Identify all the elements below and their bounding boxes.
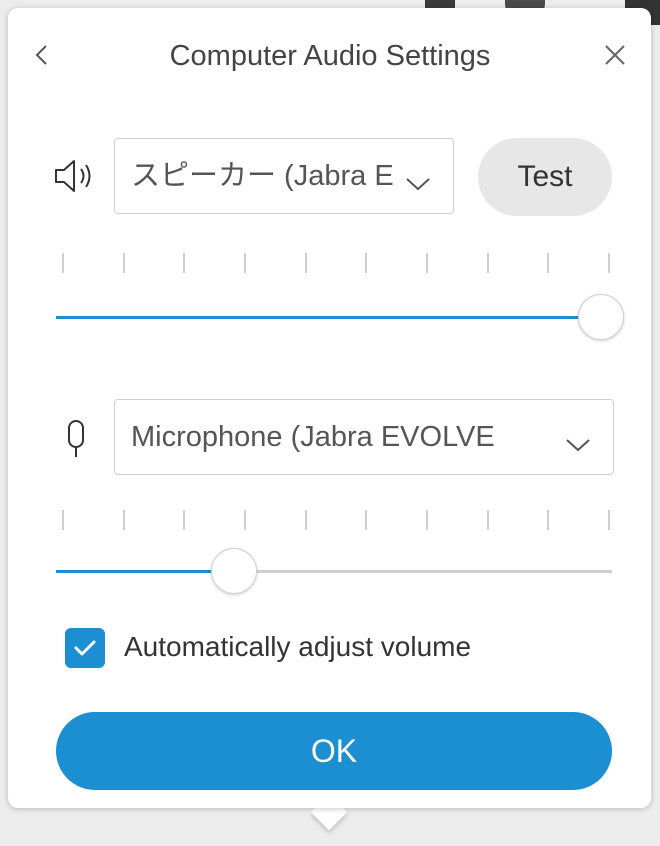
auto-adjust-checkbox[interactable] [65, 628, 105, 668]
speaker-icon [52, 156, 98, 196]
volume-tick [183, 510, 185, 530]
microphone-volume-fill [56, 570, 234, 573]
speaker-volume-fill [56, 316, 601, 319]
auto-adjust-label: Automatically adjust volume [124, 631, 472, 662]
speaker-device-select[interactable]: スピーカー (Jabra E [114, 138, 454, 214]
volume-tick [305, 253, 307, 273]
ok-button[interactable]: OK [56, 712, 612, 790]
volume-tick [123, 510, 125, 530]
test-speaker-button[interactable]: Test [478, 138, 612, 216]
microphone-volume-ticks [62, 510, 610, 532]
volume-tick [547, 253, 549, 273]
microphone-device-select[interactable]: Microphone (Jabra EVOLVE [114, 399, 614, 475]
close-icon[interactable] [598, 38, 632, 72]
volume-tick [365, 253, 367, 273]
volume-tick [62, 510, 64, 530]
volume-tick [365, 510, 367, 530]
volume-tick [426, 510, 428, 530]
volume-tick [608, 510, 610, 530]
volume-tick [487, 253, 489, 273]
volume-tick [62, 253, 64, 273]
microphone-icon [62, 418, 90, 460]
chevron-down-icon [405, 167, 431, 191]
speaker-volume-thumb[interactable] [578, 294, 624, 340]
speaker-device-value: スピーカー (Jabra E [131, 160, 394, 192]
volume-tick [244, 510, 246, 530]
volume-tick [487, 510, 489, 530]
speaker-volume-slider[interactable] [56, 294, 624, 340]
microphone-volume-thumb[interactable] [211, 548, 257, 594]
volume-tick [608, 253, 610, 273]
checkmark-icon [74, 640, 96, 656]
volume-tick [183, 253, 185, 273]
microphone-volume-slider[interactable] [56, 548, 612, 594]
volume-tick [547, 510, 549, 530]
speaker-volume-ticks [62, 253, 610, 275]
volume-tick [123, 253, 125, 273]
volume-tick [305, 510, 307, 530]
dialog-title: Computer Audio Settings [169, 40, 491, 72]
chevron-down-icon [565, 428, 591, 452]
microphone-device-value: Microphone (Jabra EVOLVE [131, 421, 495, 453]
volume-tick [426, 253, 428, 273]
volume-tick [244, 253, 246, 273]
